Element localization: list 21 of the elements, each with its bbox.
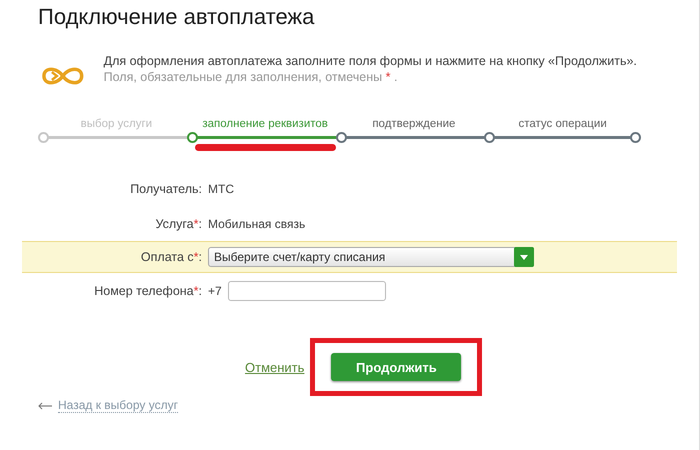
page-title: Подключение автоплатежа <box>38 3 316 30</box>
phone-prefix: +7 <box>208 284 222 298</box>
field-label: Оплата с*: <box>140 250 203 264</box>
field-value: Мобильная связь <box>208 216 306 230</box>
field-label: Услуга*: <box>154 216 203 230</box>
phone-input[interactable] <box>228 280 386 300</box>
field-label: Получатель: <box>129 182 203 196</box>
back-arrow-icon <box>38 402 52 410</box>
step-label: заполнение реквизитов <box>201 118 329 132</box>
back-link[interactable]: Назад к выбору услуг <box>58 398 178 413</box>
step-label: подтверждение <box>371 118 456 132</box>
step-label: статус операции <box>518 118 608 132</box>
required-note: Поля, обязательные для заполнения, отмечены * . <box>104 69 398 85</box>
step-label: выбор услуги <box>80 118 154 132</box>
account-select[interactable]: Выберите счет/карту списания <box>208 247 534 267</box>
field-label: Номер телефона*: <box>93 284 203 298</box>
field-value: МТС <box>208 182 234 196</box>
info-text: Для оформления автоплатежа заполните поля формы и нажмите на кнопку «Продолжить». <box>104 53 638 69</box>
caret-icon <box>514 247 534 267</box>
continue-button[interactable]: Продолжить <box>331 353 462 381</box>
cancel-link[interactable]: Отменить <box>245 360 304 374</box>
